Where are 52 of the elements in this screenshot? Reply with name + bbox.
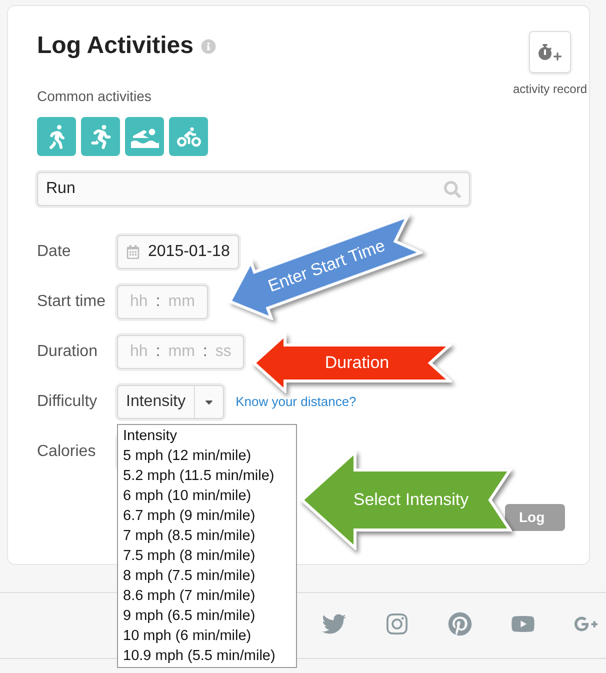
activity-button[interactable]	[169, 117, 208, 156]
know-distance-link[interactable]: Know your distance?	[236, 392, 356, 412]
cyclist-icon	[176, 124, 200, 148]
field-label: Start time	[37, 292, 106, 312]
activity-button[interactable]	[37, 117, 76, 156]
time-field[interactable]: hh : mm	[117, 285, 208, 319]
field-label: Calories	[37, 442, 97, 462]
dropdown-option[interactable]: 5.2 mph (11.5 min/mile)	[118, 466, 296, 486]
instagram-icon[interactable]	[385, 612, 409, 636]
twitter-icon[interactable]	[322, 612, 346, 636]
annotation-text: Duration	[324, 352, 390, 374]
record-label: activity record	[512, 81, 587, 98]
page-title: Log Activities	[37, 31, 194, 61]
field-label: Duration	[37, 342, 98, 362]
field-label: Difficulty	[37, 392, 98, 412]
dropdown-option[interactable]: 10 mph (6 min/mile)	[118, 626, 296, 646]
time-separator: :	[202, 342, 208, 362]
time-placeholder: mm	[167, 292, 196, 312]
running-icon	[88, 124, 112, 148]
date-field[interactable]: 2015-01-18	[117, 235, 239, 269]
dropdown-option[interactable]: 8.6 mph (7 min/mile)	[118, 586, 296, 606]
dropdown-option[interactable]: 7 mph (8.5 min/mile)	[118, 526, 296, 546]
plus-icon	[553, 52, 562, 60]
info-icon[interactable]	[201, 38, 216, 54]
time-placeholder: hh	[129, 342, 149, 362]
time-placeholder: mm	[167, 342, 196, 362]
dropdown-option[interactable]: 10.9 mph (5.5 min/mile)	[118, 646, 296, 666]
time-field[interactable]: hh : mm : ss	[117, 335, 244, 369]
annotation-text: Select Intensity	[352, 489, 470, 512]
dropdown-option[interactable]: 8 mph (7.5 min/mile)	[118, 566, 296, 586]
stopwatch-icon	[537, 44, 554, 60]
activity-record-button[interactable]	[528, 31, 571, 73]
pinterest-icon[interactable]	[448, 612, 472, 636]
field-label: Date	[37, 242, 72, 262]
dropdown-option[interactable]: Intensity	[118, 426, 296, 446]
annotation-text: Enter Start Time	[264, 235, 389, 298]
activity-button[interactable]	[125, 117, 164, 156]
dropdown-option[interactable]: 5 mph (12 min/mile)	[118, 446, 296, 466]
dropdown-option[interactable]: 7.5 mph (8 min/mile)	[118, 546, 296, 566]
intensity-select[interactable]: Intensity	[117, 385, 224, 419]
time-placeholder: hh	[129, 292, 149, 312]
section-label: Common activities	[37, 87, 152, 106]
dropdown-option[interactable]: 6.7 mph (9 min/mile)	[118, 506, 296, 526]
search-field[interactable]: Run	[37, 172, 470, 206]
time-placeholder: ss	[214, 342, 232, 362]
activity-button[interactable]	[81, 117, 120, 156]
search-icon	[444, 180, 461, 198]
time-separator: :	[156, 342, 160, 362]
calendar-icon	[126, 245, 140, 259]
dropdown-option[interactable]: 9 mph (6.5 min/mile)	[118, 606, 296, 626]
time-separator: :	[156, 292, 160, 312]
dropdown-option[interactable]: 6 mph (10 min/mile)	[118, 486, 296, 506]
